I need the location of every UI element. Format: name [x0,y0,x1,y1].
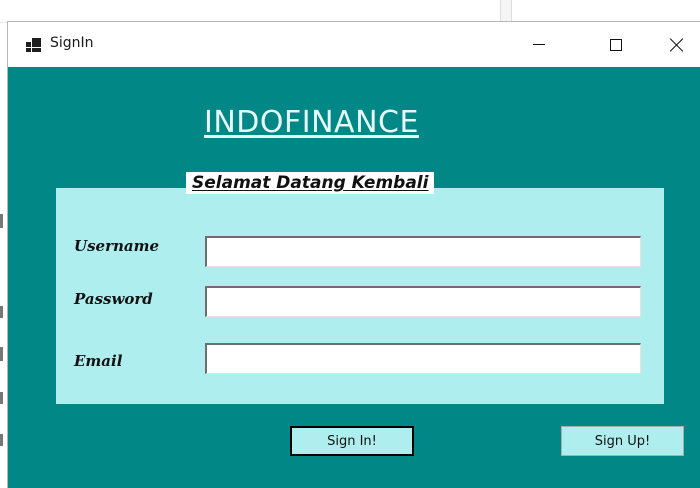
username-field[interactable] [205,236,641,267]
password-field[interactable] [205,286,641,317]
background-divider [500,0,512,22]
background-strip [0,0,500,23]
signin-window: SignIn INDOFINANCE Selamat Datang Kembal… [8,22,700,488]
username-label: Username [74,237,160,255]
desktop-background: SignIn INDOFINANCE Selamat Datang Kembal… [0,0,700,488]
minimize-button[interactable] [516,22,562,67]
maximize-button[interactable] [593,22,639,67]
app-heading: INDOFINANCE [204,105,419,140]
password-label: Password [74,290,153,308]
background-mark [0,306,3,318]
email-field[interactable] [205,343,641,374]
sign-in-button[interactable]: Sign In! [290,426,414,456]
window-title: SignIn [50,35,94,51]
close-button[interactable] [654,22,700,67]
minimize-icon [533,44,545,45]
email-label: Email [74,352,123,370]
title-bar[interactable]: SignIn [8,22,700,67]
background-mark [0,434,3,446]
background-mark [0,392,3,404]
background-mark [0,214,3,228]
welcome-label: Selamat Datang Kembali [186,172,435,194]
maximize-icon [610,38,622,51]
background-mark [0,347,3,361]
app-window-icon [26,38,42,52]
sign-up-button[interactable]: Sign Up! [561,426,684,456]
close-icon [670,38,684,52]
